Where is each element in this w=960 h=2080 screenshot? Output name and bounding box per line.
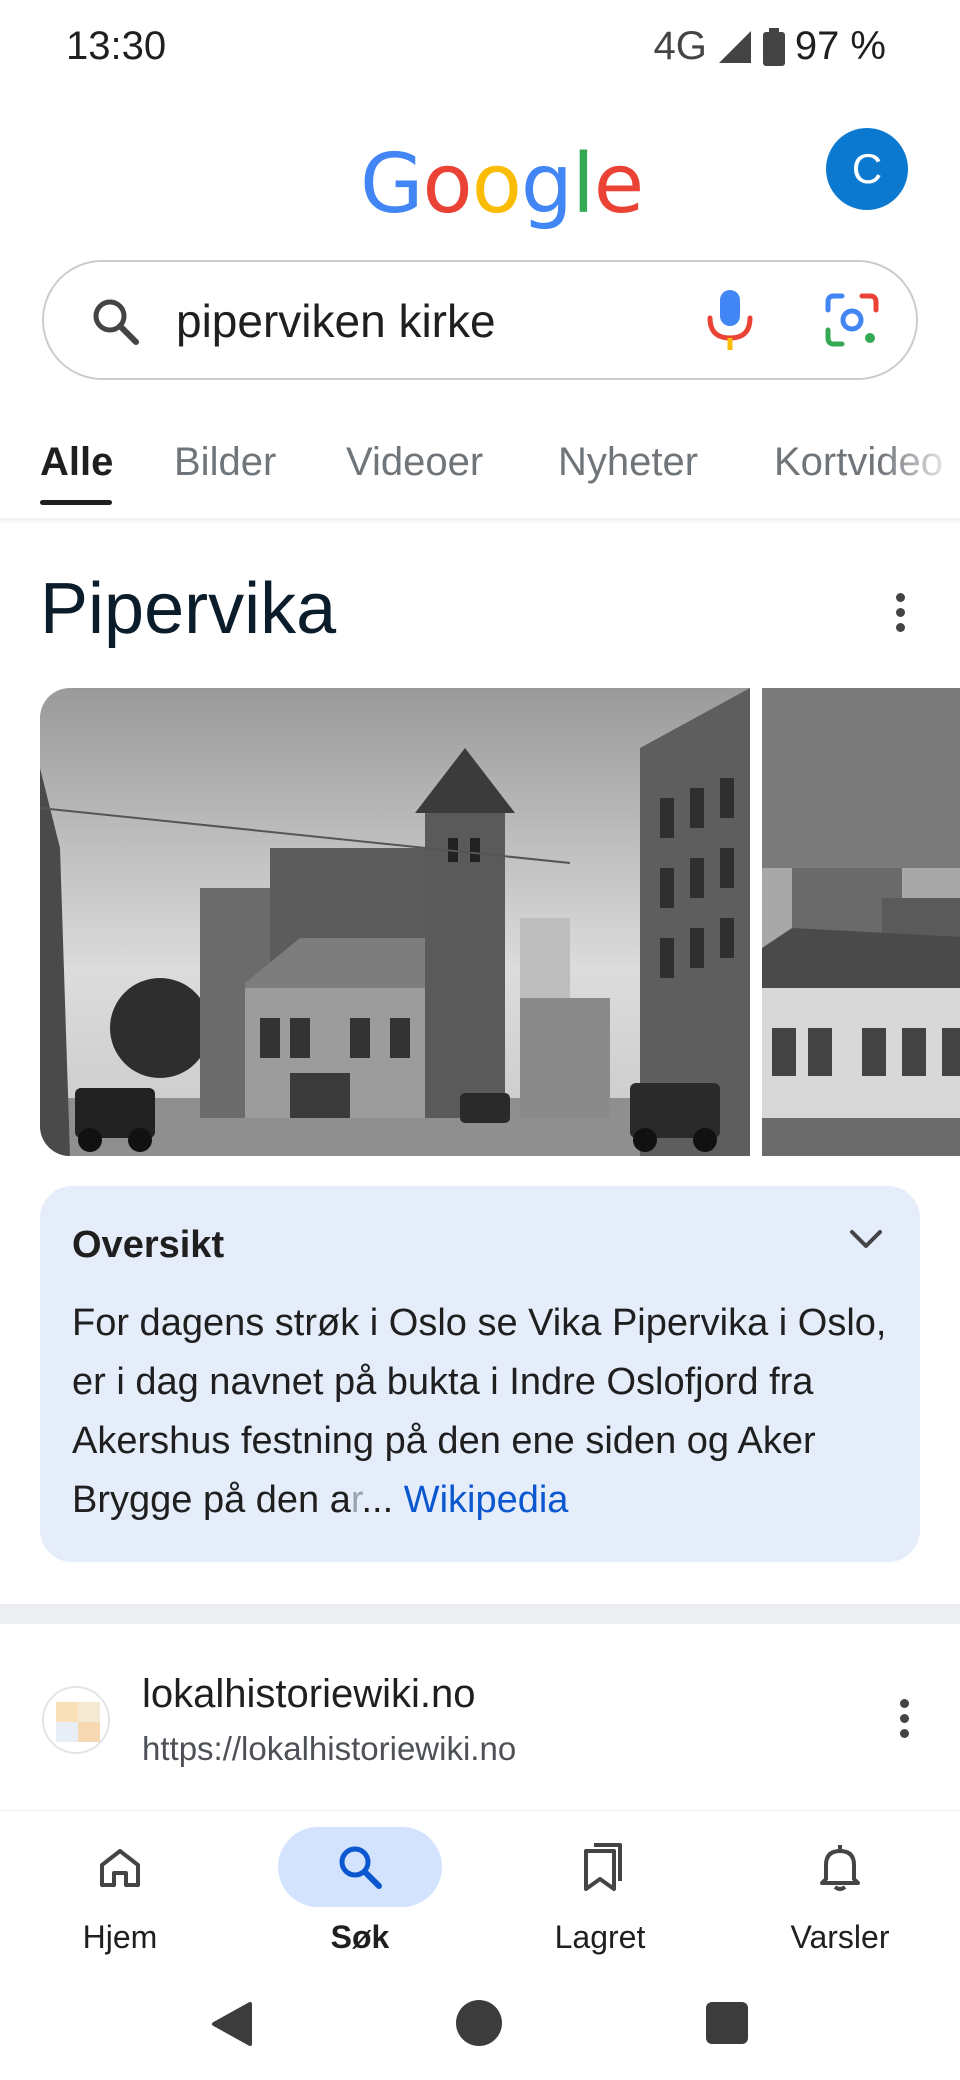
chevron-down-icon[interactable] [846,1224,886,1254]
tab-alle[interactable]: Alle [40,440,113,485]
church-street-photo[interactable] [40,688,750,1156]
image-carousel[interactable] [40,688,960,1156]
nav-label: Varsler [790,1919,890,1955]
account-avatar[interactable]: C [826,128,908,210]
result-site-name[interactable]: lokalhistoriewiki.no [142,1672,475,1717]
search-bar[interactable]: piperviken kirke [42,260,918,380]
nav-item-hjem[interactable]: Hjem [20,1811,220,1981]
nav-label: Søk [330,1919,390,1955]
nav-item-lagret[interactable]: Lagret [500,1811,700,1981]
result-url[interactable]: https://lokalhistoriewiki.no [142,1730,516,1768]
search-tabs: Alle Bilder Videoer Nyheter Kortvideo [0,430,960,520]
overview-heading: Oversikt [72,1224,225,1266]
nav-label: Lagret [554,1919,646,1955]
google-logo[interactable]: Google [360,137,644,232]
wikipedia-link[interactable]: Wikipedia [404,1479,569,1521]
overview-card[interactable]: Oversikt For dagens strøk i Oslo se Vika… [40,1186,920,1562]
microphone-icon[interactable] [700,288,760,352]
google-lens-icon[interactable] [822,290,882,350]
active-tab-indicator [40,500,112,505]
section-divider [0,1604,960,1624]
knowledge-panel-title: Pipervika [40,569,337,649]
search-icon [339,1846,382,1889]
tabs-shadow [0,518,960,524]
bell-icon [820,1845,860,1891]
status-time: 13:30 [66,24,167,68]
tab-bilder[interactable]: Bilder [174,440,276,485]
church-building-photo[interactable] [762,688,960,1156]
result-more-options-icon[interactable] [892,1696,916,1740]
tab-videoer[interactable]: Videoer [346,440,483,485]
system-navigation [0,1980,960,2080]
nav-item-sok[interactable]: Søk [260,1811,460,1981]
home-icon [100,1849,140,1887]
logo-letter: e [593,137,644,232]
search-input[interactable]: piperviken kirke [176,294,496,348]
signal-icon [718,30,751,63]
overview-ellipsis: ... [361,1479,394,1521]
status-indicators: 4G 97 % [653,24,886,69]
search-icon [93,299,139,345]
bottom-navigation: Hjem Søk Lagret Varsler [0,1810,960,1980]
overview-snippet-faded: r [350,1479,362,1521]
overview-text: For dagens strøk i Oslo se Vika Pipervik… [72,1294,902,1530]
nav-label: Hjem [82,1919,158,1955]
more-options-icon[interactable] [888,590,912,634]
logo-letter: o [422,137,473,232]
logo-letter: G [360,137,424,232]
network-type: 4G [653,24,707,68]
logo-letter: l [571,137,595,232]
nav-item-varsler[interactable]: Varsler [740,1811,940,1981]
logo-letter: o [471,137,522,232]
site-favicon-icon [42,1686,110,1754]
home-button-icon[interactable] [456,2000,502,2046]
tab-nyheter[interactable]: Nyheter [558,440,698,485]
bookmarks-icon [584,1843,622,1891]
battery-icon [762,27,785,66]
back-icon[interactable] [210,2000,254,2048]
status-bar: 13:30 4G 97 % [0,0,960,96]
recent-apps-icon[interactable] [706,2002,748,2044]
battery-percent: 97 % [794,24,886,68]
tabs-fade [880,430,960,520]
logo-letter: g [520,137,573,232]
